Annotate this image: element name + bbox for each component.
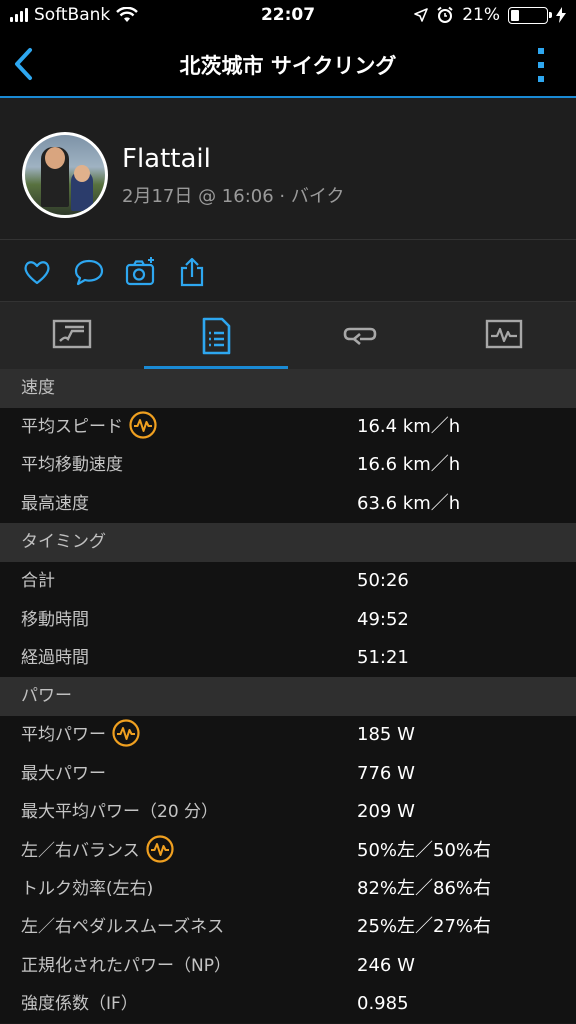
section-header: タイミング	[0, 523, 576, 563]
stat-label: 平均パワー	[21, 716, 140, 754]
stat-row: 左／右バランス 50%左／50%右	[0, 831, 576, 870]
stat-value: 50:26	[357, 570, 409, 592]
stat-row: 最大パワー 776 W	[0, 754, 576, 794]
performance-badge-icon[interactable]	[112, 719, 140, 747]
stat-value: 776 W	[357, 762, 415, 784]
tab-overview[interactable]	[0, 302, 144, 369]
alarm-icon	[437, 6, 453, 23]
stats-list-icon	[202, 317, 231, 355]
stat-value: 0.985	[357, 993, 409, 1015]
stat-value: 82%左／86%右	[357, 877, 492, 899]
stat-label-text: 経過時間	[21, 647, 89, 668]
stat-label-text: 平均スピード	[21, 417, 123, 437]
user-name[interactable]: Flattail	[122, 144, 211, 174]
stat-row: 移動時間 49:52	[0, 600, 576, 639]
stat-row: 平均スピード 16.4 km／h	[0, 408, 576, 447]
add-photo-camera-icon[interactable]	[124, 256, 156, 288]
section-header: 速度	[0, 369, 576, 408]
stat-label-text: 強度係数（IF）	[21, 994, 138, 1015]
stat-value: 16.6 km／h	[357, 454, 461, 476]
activity-subtitle: 2月17日 @ 16:06 · バイク	[122, 186, 345, 207]
stat-label: 最大平均パワー（20 分）	[21, 793, 218, 831]
stat-value: 246 W	[357, 954, 415, 976]
stat-label-text: 平均パワー	[21, 725, 106, 746]
stat-row: 正規化されたパワー（NP） 246 W	[0, 946, 576, 986]
laps-loop-icon	[343, 327, 377, 345]
battery-icon	[508, 6, 552, 24]
stat-row: 経過時間 51:21	[0, 638, 576, 678]
tab-laps[interactable]	[288, 302, 432, 369]
battery-percent: 21%	[462, 5, 500, 25]
stat-label-text: 最高速度	[21, 493, 89, 514]
action-bar	[0, 240, 576, 302]
stat-row: 最大平均パワー（20 分） 209 W	[0, 793, 576, 832]
stat-label: 強度係数（IF）	[21, 985, 138, 1023]
stat-label: トルク効率(左右)	[21, 870, 153, 908]
stat-label: 左／右ペダルスムーズネス	[21, 908, 224, 946]
stat-value: 25%左／27%右	[357, 916, 492, 938]
stat-label: 平均移動速度	[21, 446, 123, 484]
more-options-icon[interactable]	[538, 48, 546, 82]
stat-row: 合計 50:26	[0, 562, 576, 601]
stat-label-text: 最大平均パワー（20 分）	[21, 802, 219, 823]
stat-label-text: 左／右ペダルスムーズネス	[21, 917, 225, 938]
comment-icon[interactable]	[73, 256, 105, 288]
view-tabs	[0, 302, 576, 369]
stat-value: 51:21	[357, 646, 409, 668]
section-header: パワー	[0, 677, 576, 717]
performance-badge-icon[interactable]	[129, 411, 157, 439]
stat-label: 正規化されたパワー（NP）	[21, 947, 231, 985]
tab-charts[interactable]	[432, 302, 576, 369]
like-heart-icon[interactable]	[21, 256, 53, 288]
stat-label-text: 平均移動速度	[21, 455, 123, 476]
avatar[interactable]	[22, 132, 108, 218]
stat-label: 経過時間	[21, 639, 89, 677]
activity-header: Flattail 2月17日 @ 16:06 · バイク	[0, 98, 576, 240]
stat-label: 最大パワー	[21, 755, 106, 793]
stat-value: 49:52	[357, 608, 409, 630]
location-icon	[414, 8, 429, 22]
page-title: 北茨城市 サイクリング	[179, 54, 397, 78]
tab-stats[interactable]	[144, 302, 288, 369]
stat-label-text: 移動時間	[21, 609, 89, 630]
charts-graph-icon	[485, 319, 523, 349]
stat-value: 16.4 km／h	[357, 416, 461, 437]
stat-label: 移動時間	[21, 601, 89, 639]
stat-label-text: 正規化されたパワー（NP）	[21, 955, 231, 976]
stat-value: 185 W	[357, 724, 415, 746]
stat-label-text: 最大パワー	[21, 763, 106, 784]
stat-value: 209 W	[357, 801, 415, 823]
stats-list: 速度平均スピード 16.4 km／h 平均移動速度 16.6 km／h 最高速度 63.6…	[0, 369, 576, 1024]
stat-value: 50%左／50%右	[357, 839, 492, 861]
stat-row: 左／右ペダルスムーズネス 25%左／27%右	[0, 908, 576, 947]
stat-row: 平均パワー 185 W	[0, 716, 576, 755]
stat-label: 合計	[21, 562, 55, 600]
stat-label-text: トルク効率(左右)	[21, 878, 154, 899]
stat-label: 左／右バランス	[21, 832, 174, 870]
stat-label: 平均スピード	[21, 408, 157, 446]
stat-row: 最高速度 63.6 km／h	[0, 484, 576, 524]
status-bar: SoftBank 22:07 21%	[0, 0, 576, 32]
stat-value: 63.6 km／h	[357, 492, 461, 514]
stat-row: トルク効率(左右) 82%左／86%右	[0, 869, 576, 909]
performance-badge-icon[interactable]	[146, 834, 174, 863]
overview-chart-icon	[52, 319, 92, 349]
stat-label: 最高速度	[21, 485, 89, 523]
stat-label-text: 合計	[21, 571, 55, 592]
stat-row: 平均移動速度 16.6 km／h	[0, 446, 576, 485]
stat-row: 強度係数（IF） 0.985	[0, 985, 576, 1024]
share-icon[interactable]	[176, 256, 208, 288]
charging-icon	[556, 7, 566, 23]
nav-bar: 北茨城市 サイクリング	[0, 32, 576, 98]
stat-label-text: 左／右バランス	[21, 840, 140, 861]
